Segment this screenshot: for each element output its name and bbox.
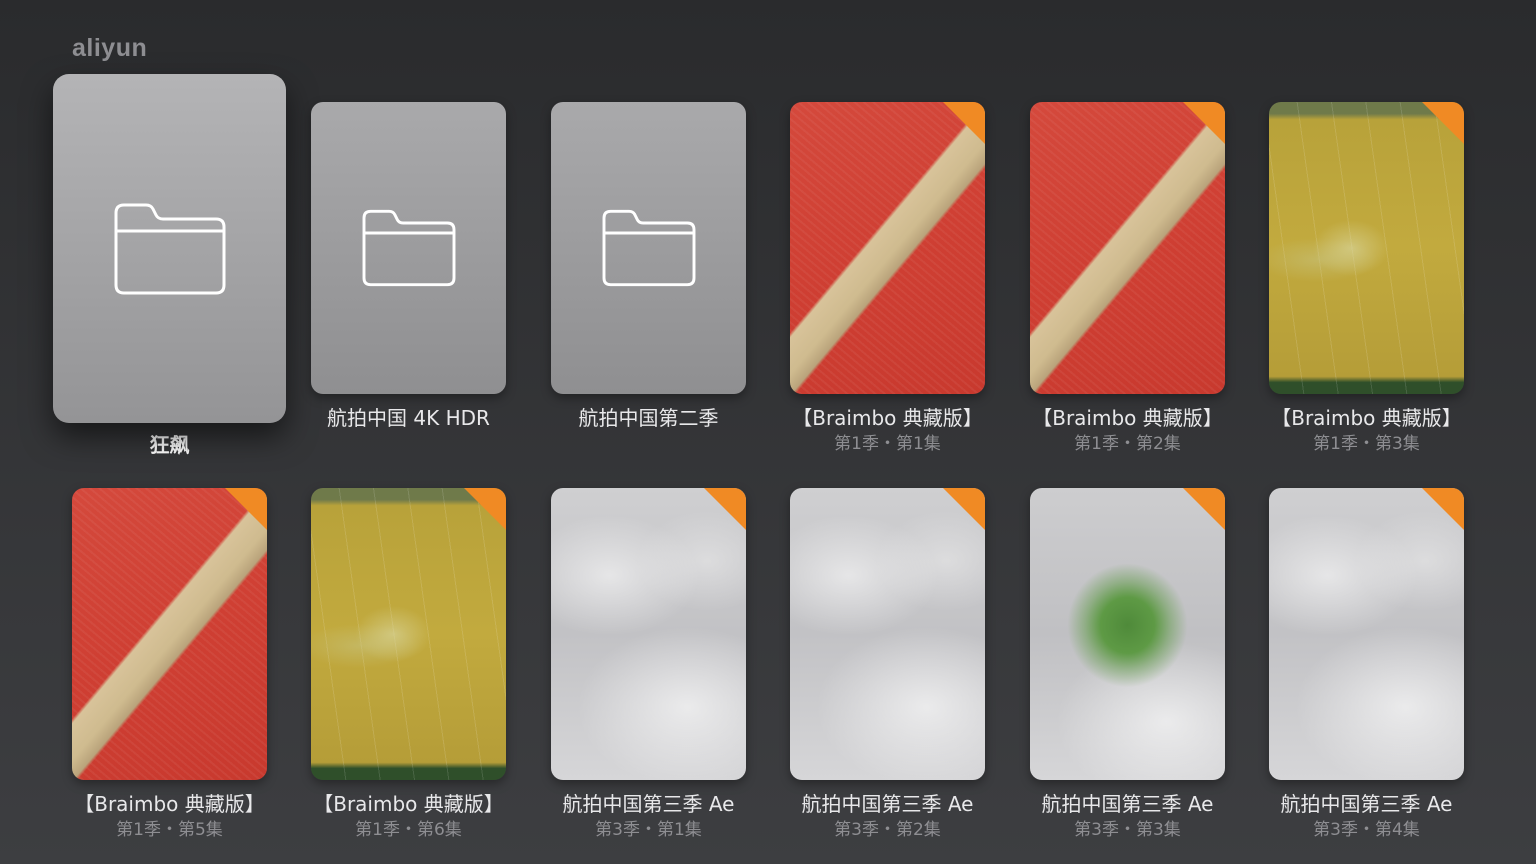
video-thumbnail [790, 488, 985, 780]
video-thumbnail [1030, 488, 1225, 780]
new-badge-icon [1422, 488, 1464, 530]
item-title: 【Braimbo 典藏版】 [313, 792, 504, 816]
video-thumbnail [551, 488, 746, 780]
item-title: 【Braimbo 典藏版】 [792, 406, 983, 430]
folder-thumbnail [53, 74, 286, 423]
new-badge-icon [943, 102, 985, 144]
item-subtitle: 第3季・第1集 [595, 820, 702, 840]
item-title: 航拍中国第三季 Ae [562, 792, 735, 816]
video-tile[interactable]: 【Braimbo 典藏版】 第1季・第5集 [72, 488, 267, 840]
folder-icon [602, 209, 695, 287]
item-title: 航拍中国第三季 Ae [1280, 792, 1453, 816]
folder-tile-aerial-china-s2[interactable]: 航拍中国第二季 [551, 102, 746, 430]
video-thumbnail [72, 488, 267, 780]
item-title: 航拍中国 4K HDR [327, 406, 490, 430]
video-tile[interactable]: 航拍中国第三季 Ae 第3季・第1集 [551, 488, 746, 840]
item-subtitle: 第3季・第4集 [1313, 820, 1420, 840]
item-title: 航拍中国第三季 Ae [1041, 792, 1214, 816]
video-tile[interactable]: 航拍中国第三季 Ae 第3季・第2集 [790, 488, 985, 840]
item-subtitle: 第1季・第3集 [1313, 434, 1420, 454]
new-badge-icon [1183, 488, 1225, 530]
new-badge-icon [225, 488, 267, 530]
new-badge-icon [1422, 102, 1464, 144]
new-badge-icon [704, 488, 746, 530]
item-subtitle: 第1季・第1集 [834, 434, 941, 454]
video-thumbnail [1269, 488, 1464, 780]
item-title: 【Braimbo 典藏版】 [74, 792, 265, 816]
new-badge-icon [464, 488, 506, 530]
new-badge-icon [943, 488, 985, 530]
item-subtitle: 第1季・第2集 [1074, 434, 1181, 454]
item-subtitle: 第1季・第5集 [116, 820, 223, 840]
folder-tile-kuangbiao[interactable]: 狂飙 [53, 74, 286, 457]
folder-tile-aerial-china-4k[interactable]: 航拍中国 4K HDR [311, 102, 506, 430]
item-title: 【Braimbo 典藏版】 [1032, 406, 1223, 430]
item-title: 狂飙 [149, 433, 190, 457]
video-tile[interactable]: 【Braimbo 典藏版】 第1季・第3集 [1269, 102, 1464, 454]
item-title: 航拍中国第三季 Ae [801, 792, 974, 816]
folder-thumbnail [551, 102, 746, 394]
item-subtitle: 第1季・第6集 [355, 820, 462, 840]
video-thumbnail [1269, 102, 1464, 394]
new-badge-icon [1183, 102, 1225, 144]
video-tile[interactable]: 【Braimbo 典藏版】 第1季・第1集 [790, 102, 985, 454]
item-subtitle: 第3季・第2集 [834, 820, 941, 840]
video-thumbnail [790, 102, 985, 394]
item-subtitle: 第3季・第3集 [1074, 820, 1181, 840]
page-title: aliyun [72, 34, 148, 62]
folder-icon [114, 203, 225, 294]
video-tile[interactable]: 航拍中国第三季 Ae 第3季・第3集 [1030, 488, 1225, 840]
video-tile[interactable]: 【Braimbo 典藏版】 第1季・第6集 [311, 488, 506, 840]
video-tile[interactable]: 【Braimbo 典藏版】 第1季・第2集 [1030, 102, 1225, 454]
item-title: 【Braimbo 典藏版】 [1271, 406, 1462, 430]
folder-thumbnail [311, 102, 506, 394]
video-tile[interactable]: 航拍中国第三季 Ae 第3季・第4集 [1269, 488, 1464, 840]
video-thumbnail [1030, 102, 1225, 394]
folder-icon [362, 209, 455, 287]
item-title: 航拍中国第二季 [578, 406, 719, 430]
video-thumbnail [311, 488, 506, 780]
